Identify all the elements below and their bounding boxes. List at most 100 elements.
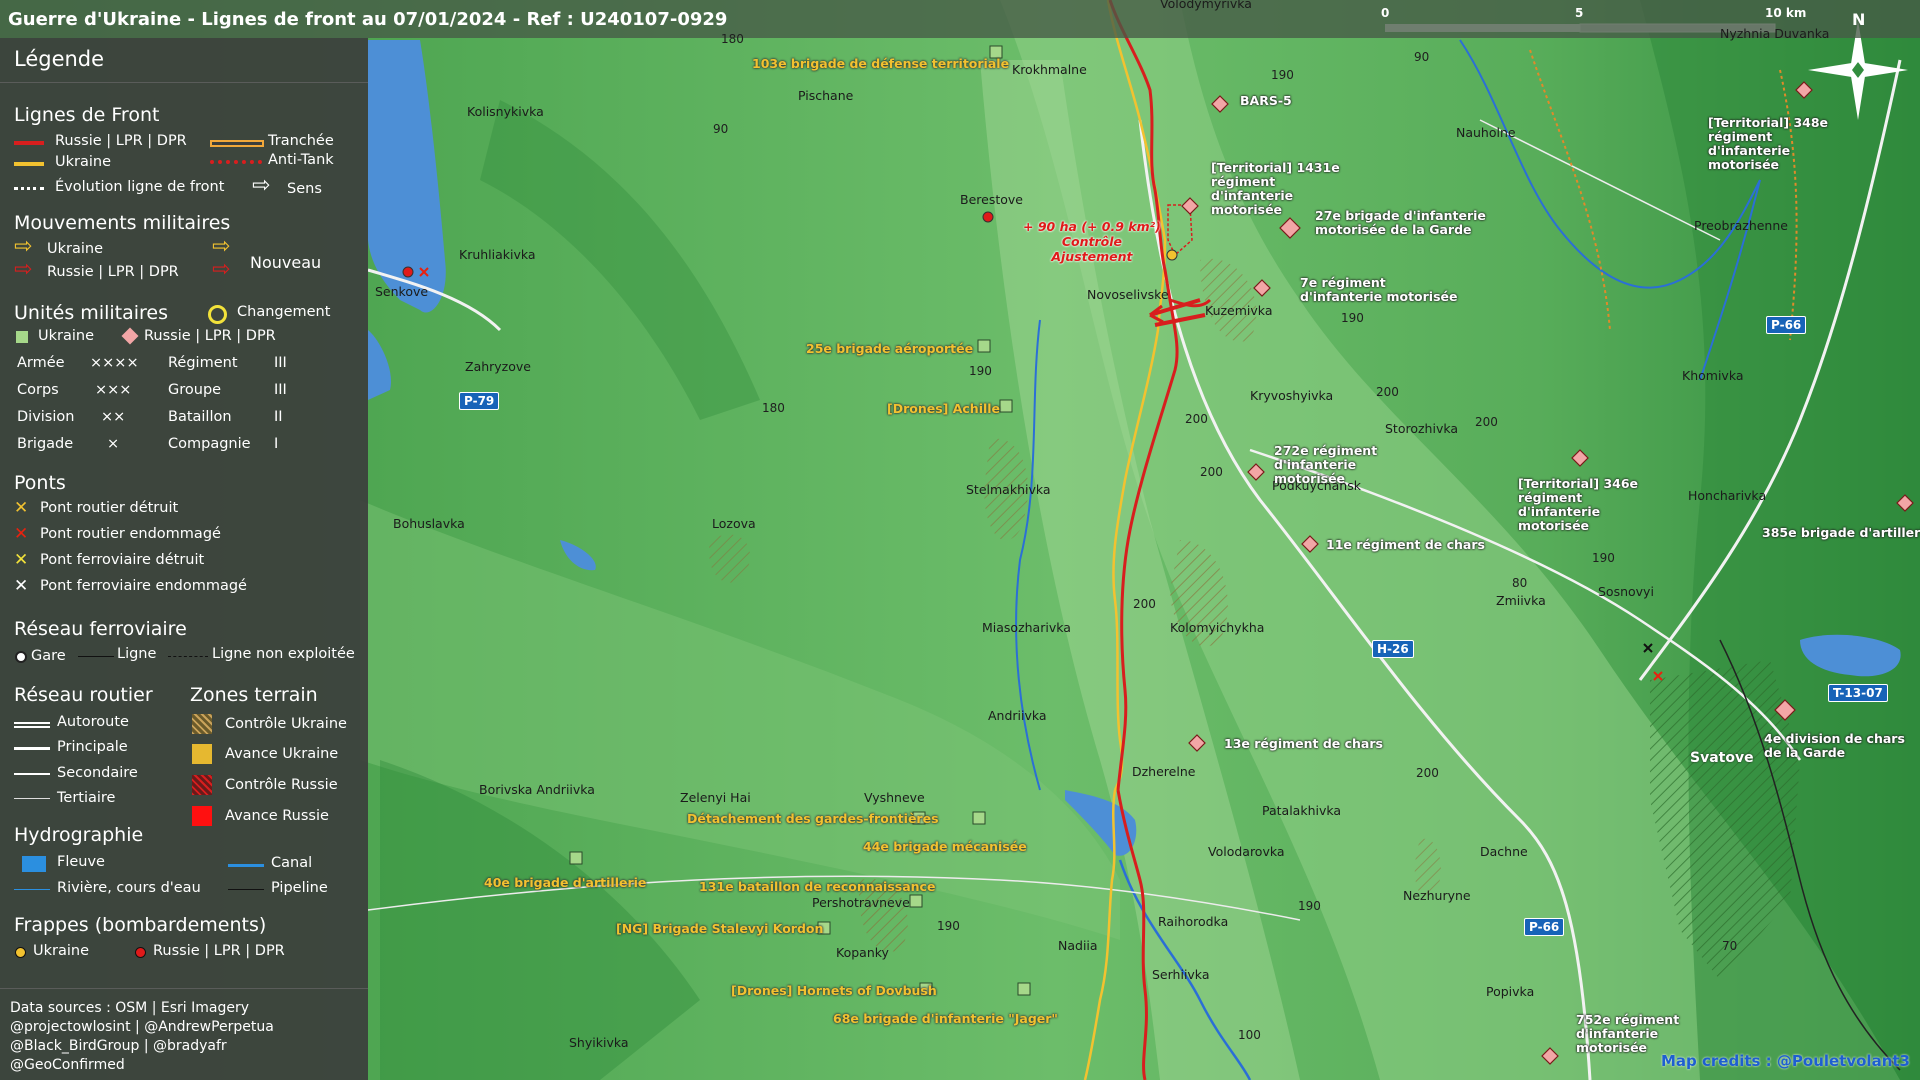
russia-unit-label[interactable]: [Territorial] 346e régiment d'infanterie… xyxy=(1518,477,1653,533)
ukraine-unit-label[interactable]: Détachement des gardes-frontières xyxy=(687,811,939,826)
russia-unit-label[interactable]: 752e régiment d'infanterie motorisée xyxy=(1576,1013,1726,1055)
legend-bridge-item: Pont ferroviaire endommagé xyxy=(40,578,247,594)
russia-unit-label[interactable]: 272e régiment d'infanterie motorisée xyxy=(1274,444,1424,486)
place-label: Nezhuryne xyxy=(1403,888,1471,903)
ukraine-unit-label[interactable]: 131e bataillon de reconnaissance xyxy=(699,879,935,894)
elevation-label: 100 xyxy=(1238,1028,1261,1042)
legend-zones-heading: Zones terrain xyxy=(190,684,318,706)
north-label: N xyxy=(1852,10,1866,29)
legend-moves-ukraine: Ukraine xyxy=(47,241,103,257)
unit-row-symbol: I xyxy=(274,436,279,452)
ukraine-advance-swatch xyxy=(192,744,212,764)
legend-road-item: Secondaire xyxy=(57,765,138,781)
legend-rail-unused: Ligne non exploitée xyxy=(212,646,355,662)
map-credits: Map credits : @Pouletvolant3 xyxy=(1661,1052,1910,1070)
ukraine-unit-label[interactable]: [Drones] Hornets of Dovbush xyxy=(731,983,937,998)
ukraine-unit-label[interactable]: 40e brigade d'artillerie xyxy=(484,875,646,890)
russia-unit-label[interactable]: 4e division de chars de la Garde xyxy=(1764,732,1914,760)
road-bridge-damaged-icon: ✕ xyxy=(14,524,29,544)
map-title: Guerre d'Ukraine - Lignes de front au 07… xyxy=(8,9,728,30)
annotation-area: + 90 ha (+ 0.9 km²) xyxy=(1023,219,1161,234)
unit-row-label: Corps xyxy=(17,382,59,398)
place-label-svatove: Svatove xyxy=(1690,750,1754,766)
road-label: P-66 xyxy=(1524,918,1565,936)
ukraine-move-arrow-icon: ⇨ xyxy=(14,234,33,259)
place-label: Patalakhivka xyxy=(1262,803,1342,818)
annotation-adjustment: Ajustement xyxy=(1051,249,1133,264)
legend-bridge-item: Pont ferroviaire détruit xyxy=(40,552,205,568)
rail-line-swatch xyxy=(78,656,114,657)
ukraine-unit-label[interactable]: 68e brigade d'infanterie "Jager" xyxy=(833,1011,1058,1026)
place-label: Lozova xyxy=(712,516,756,531)
highway-swatch xyxy=(14,722,50,728)
place-label: Raihorodka xyxy=(1158,914,1229,929)
legend-hydro-heading: Hydrographie xyxy=(14,824,144,846)
place-label: Nadiia xyxy=(1058,938,1098,953)
legend-road-item: Autoroute xyxy=(57,714,129,730)
russia-unit-label[interactable]: [Territorial] 348e régiment d'infanterie… xyxy=(1708,116,1848,172)
legend-bridge-item: Pont routier endommagé xyxy=(40,526,221,542)
river-swatch xyxy=(22,856,46,872)
legend-panel: Légende Lignes de Front Russie | LPR | D… xyxy=(0,38,368,1080)
legend-zone-item: Contrôle Russie xyxy=(225,777,338,793)
unit-row-label: Compagnie xyxy=(168,436,251,452)
legend-moves-heading: Mouvements militaires xyxy=(14,212,231,234)
ukraine-unit-label[interactable]: 25e brigade aéroportée xyxy=(806,341,973,356)
russia-unit-label[interactable]: 13e régiment de chars xyxy=(1224,737,1383,751)
source-line: @GeoConfirmed xyxy=(10,1057,125,1073)
russia-unit-label[interactable]: 385e brigade d'artillerie xyxy=(1762,526,1920,540)
russia-advance-swatch xyxy=(192,806,212,826)
place-label: Nauholne xyxy=(1456,125,1516,140)
unit-row-label: Groupe xyxy=(168,382,222,398)
place-label: Dzherelne xyxy=(1132,764,1196,779)
unit-row-label: Armée xyxy=(17,355,65,371)
ukraine-unit-label[interactable]: [Drones] Achille xyxy=(887,401,1000,416)
ukraine-unit-label[interactable]: 44e brigade mécanisée xyxy=(863,839,1027,854)
legend-rail-line: Ligne xyxy=(117,646,157,662)
elevation-label: 180 xyxy=(721,32,744,46)
canal-swatch xyxy=(228,864,264,867)
source-line: @Black_BirdGroup | @bradyafr xyxy=(10,1038,227,1054)
legend-hydro-river: Fleuve xyxy=(57,854,105,870)
elevation-label: 200 xyxy=(1475,415,1498,429)
ukraine-unit-label[interactable]: [NG] Brigade Stalevyi Kordon xyxy=(616,921,823,936)
ukraine-unit-label[interactable]: 103e brigade de défense territoriale xyxy=(752,56,1009,71)
unit-row-label: Régiment xyxy=(168,355,238,371)
elevation-label: 190 xyxy=(1341,311,1364,325)
russia-unit-label[interactable]: 27e brigade d'infanterie motorisée de la… xyxy=(1315,209,1495,237)
russia-strike-icon xyxy=(135,947,146,958)
legend-strikes-heading: Frappes (bombardements) xyxy=(14,914,267,936)
russia-unit-label[interactable]: 7e régiment d'infanterie motorisée xyxy=(1300,276,1460,304)
legend-zone-item: Avance Russie xyxy=(225,808,329,824)
place-label: Vyshneve xyxy=(864,790,925,805)
legend-units-heading: Unités militaires xyxy=(14,302,169,324)
place-label: Stelmakhivka xyxy=(966,482,1051,497)
elevation-label: 90 xyxy=(1414,50,1430,64)
legend-units-ukraine: Ukraine xyxy=(38,328,94,344)
direction-arrow-icon: ⇨ xyxy=(252,173,271,198)
unit-row-symbol: ×× xyxy=(101,409,126,425)
scale-label-0: 0 xyxy=(1381,6,1390,20)
evolution-swatch xyxy=(14,187,44,190)
place-label: Kruhliakivka xyxy=(459,247,536,262)
road-label: H-26 xyxy=(1372,640,1414,658)
legend-units-change: Changement xyxy=(237,304,331,320)
russia-unit-label[interactable]: BARS-5 xyxy=(1240,94,1292,108)
elevation-label: 190 xyxy=(1298,899,1321,913)
legend-front-antitank: Anti-Tank xyxy=(268,152,334,168)
ukraine-strike-icon xyxy=(15,947,26,958)
russia-unit-label[interactable]: 11e régiment de chars xyxy=(1326,538,1485,552)
road-label: P-66 xyxy=(1766,316,1807,334)
elevation-label: 190 xyxy=(1592,551,1615,565)
place-label: Kuzemivka xyxy=(1205,303,1273,318)
russia-move-arrow-icon: ⇨ xyxy=(14,257,33,282)
trench-swatch xyxy=(210,140,264,147)
legend-front-heading: Lignes de Front xyxy=(14,104,160,126)
place-label: Kryvoshyivka xyxy=(1250,388,1334,403)
legend-units-russia: Russie | LPR | DPR xyxy=(144,328,276,344)
place-label: Popivka xyxy=(1486,984,1535,999)
legend-front-russia: Russie | LPR | DPR xyxy=(55,133,187,149)
unit-row-symbol: × xyxy=(107,436,120,452)
unit-row-label: Division xyxy=(17,409,75,425)
place-label: Shyikivka xyxy=(569,1035,629,1050)
